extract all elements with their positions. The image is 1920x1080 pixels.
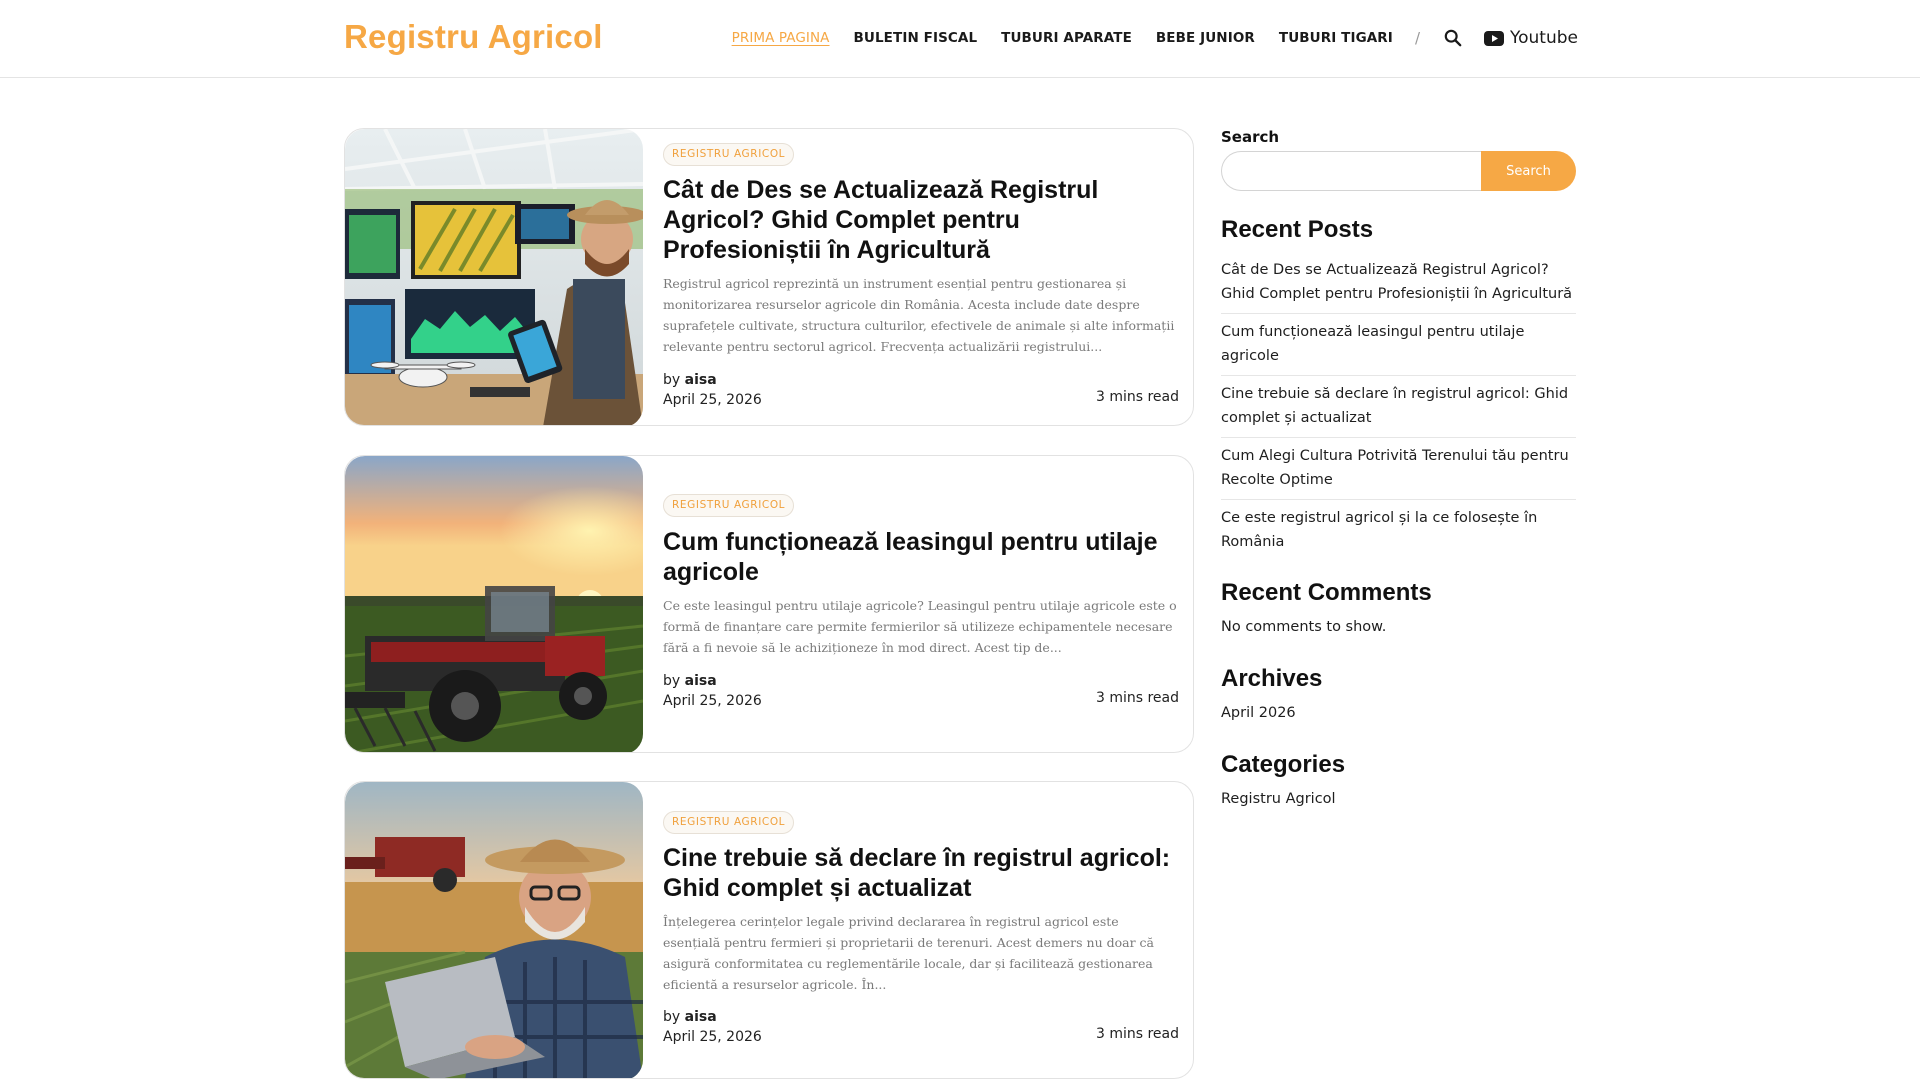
post-thumbnail-greenhouse-tech[interactable] [345,129,643,425]
site-header: Registru Agricol PRIMA PAGINA BULETIN FI… [0,0,1920,78]
site-logo[interactable]: Registru Agricol [344,18,603,56]
post-body: REGISTRU AGRICOL Cine trebuie să declare… [663,782,1179,1078]
search-label: Search [1221,128,1280,146]
recent-post-link[interactable]: Cine trebuie să declare în registrul agr… [1221,376,1576,438]
post-read-time: 3 mins read [1095,1026,1179,1042]
nav-item-tuburi-aparate[interactable]: TUBURI APARATE [1001,30,1132,46]
recent-post-link[interactable]: Cât de Des se Actualizează Registrul Agr… [1221,252,1576,314]
post-author: by aisa [663,1009,717,1025]
post-card: REGISTRU AGRICOL Cine trebuie să declare… [344,781,1194,1079]
post-excerpt: Ce este leasingul pentru utilaje agricol… [663,598,1177,655]
post-thumbnail-tractor-sunset[interactable] [345,456,643,752]
recent-post-link[interactable]: Cum Alegi Cultura Potrivită Terenului tă… [1221,438,1576,500]
nav-item-buletin-fiscal[interactable]: BULETIN FISCAL [854,30,978,46]
sidebar: Search Search Recent Posts Cât de Des se… [1221,128,1576,807]
youtube-label: Youtube [1510,28,1578,48]
archives-heading: Archives [1221,665,1323,692]
post-category-badge[interactable]: REGISTRU AGRICOL [663,811,795,834]
post-title[interactable]: Cum funcționează leasingul pentru utilaj… [663,527,1179,587]
post-date: April 25, 2026 [663,693,762,709]
youtube-icon [1484,30,1504,46]
nav-separator: / [1414,29,1420,47]
post-card: REGISTRU AGRICOL Cât de Des se Actualize… [344,128,1194,426]
recent-comments-heading: Recent Comments [1221,579,1432,606]
post-date: April 25, 2026 [663,1029,762,1045]
post-thumbnail-farmer-laptop[interactable] [345,782,643,1078]
category-link[interactable]: Registru Agricol [1221,791,1576,807]
post-category-badge[interactable]: REGISTRU AGRICOL [663,494,795,517]
post-author: by aisa [663,372,717,388]
post-card: REGISTRU AGRICOL Cum funcționează leasin… [344,455,1194,753]
archive-link[interactable]: April 2026 [1221,705,1576,721]
search-input[interactable] [1221,151,1481,191]
nav-item-prima-pagina[interactable]: PRIMA PAGINA [732,30,830,46]
post-excerpt: Înțelegerea cerințelor legale privind de… [663,914,1154,992]
search-icon[interactable] [1444,29,1462,47]
post-date: April 25, 2026 [663,392,762,408]
post-author: by aisa [663,673,717,689]
main-nav: PRIMA PAGINA BULETIN FISCAL TUBURI APARA… [708,0,1578,76]
post-excerpt: Registrul agricol reprezintă un instrume… [663,276,1175,354]
recent-post-link[interactable]: Ce este registrul agricol și la ce folos… [1221,500,1576,561]
youtube-link[interactable]: Youtube [1484,28,1578,48]
search-form: Search [1221,151,1576,191]
post-title[interactable]: Cât de Des se Actualizează Registrul Agr… [663,175,1179,265]
post-title[interactable]: Cine trebuie să declare în registrul agr… [663,843,1179,903]
post-category-badge[interactable]: REGISTRU AGRICOL [663,143,795,166]
post-body: REGISTRU AGRICOL Cum funcționează leasin… [663,456,1179,752]
nav-item-tuburi-tigari[interactable]: TUBURI TIGARI [1279,30,1393,46]
post-read-time: 3 mins read [1095,389,1179,405]
no-comments-text: No comments to show. [1221,619,1387,635]
nav-item-bebe-junior[interactable]: BEBE JUNIOR [1156,30,1255,46]
post-read-time: 3 mins read [1095,690,1179,706]
post-body: REGISTRU AGRICOL Cât de Des se Actualize… [663,129,1179,425]
search-button[interactable]: Search [1481,151,1576,191]
categories-heading: Categories [1221,751,1346,778]
recent-post-link[interactable]: Cum funcționează leasingul pentru utilaj… [1221,314,1576,376]
recent-posts-list: Cât de Des se Actualizează Registrul Agr… [1221,252,1576,561]
recent-posts-heading: Recent Posts [1221,216,1374,243]
